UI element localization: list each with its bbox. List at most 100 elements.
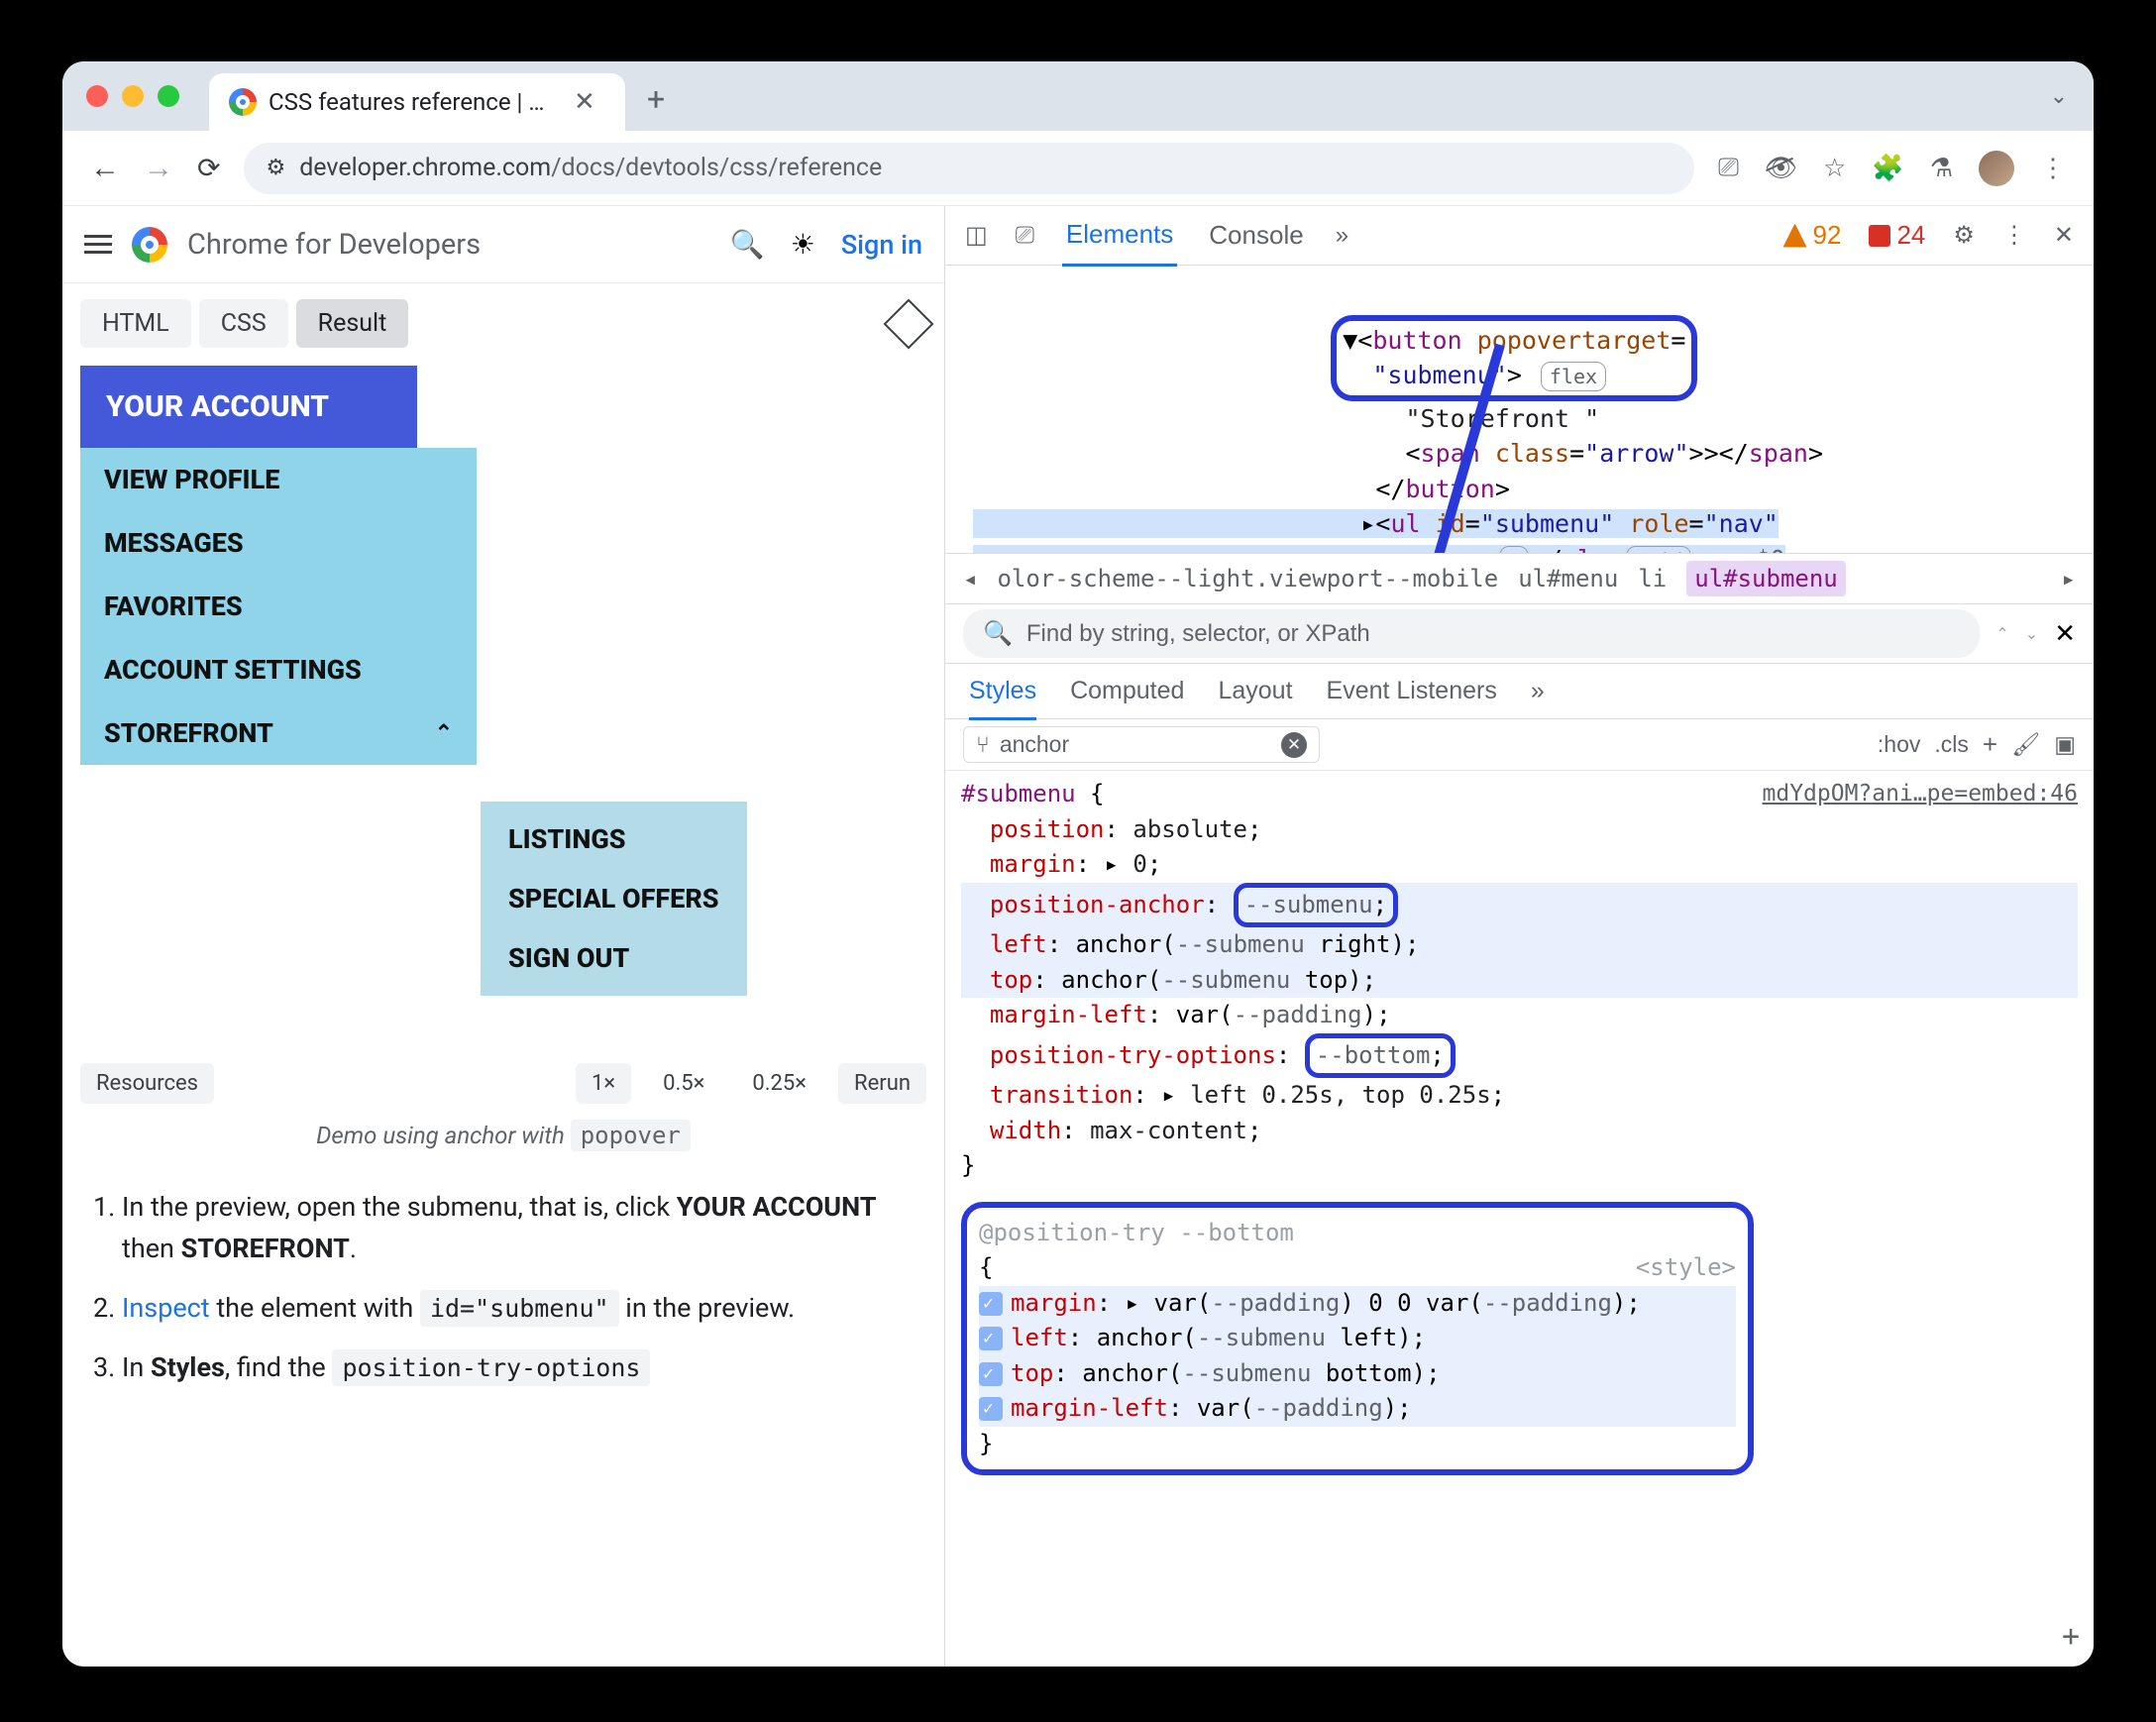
site-header: Chrome for Developers 🔍 ☀ Sign in <box>62 206 944 283</box>
popover-item-offers[interactable]: SPECIAL OFFERS <box>481 869 747 928</box>
tab-strip: CSS features reference | Chr ✕ + ⌄ <box>62 61 2094 131</box>
checkbox-icon[interactable] <box>979 1362 1003 1386</box>
settings-icon[interactable]: ⚙ <box>1953 221 1975 250</box>
tab-list-icon[interactable]: ⌄ <box>2050 84 2068 109</box>
caption-text: Demo using anchor with <box>316 1122 571 1149</box>
rule-selector[interactable]: #submenu <box>961 780 1076 807</box>
profile-avatar[interactable] <box>1979 151 2014 186</box>
menu-icon[interactable]: ⋮ <box>2040 154 2066 183</box>
extensions-icon[interactable]: 🧩 <box>1872 154 1903 183</box>
favicon-icon <box>229 88 257 116</box>
tab-result[interactable]: Result <box>296 299 409 348</box>
page-content: Chrome for Developers 🔍 ☀ Sign in HTML C… <box>62 206 944 1667</box>
box-model-icon[interactable]: ▣ <box>2054 731 2076 758</box>
flex-badge[interactable]: flex <box>1541 362 1606 391</box>
minimize-window-button[interactable] <box>122 85 144 107</box>
close-window-button[interactable] <box>86 85 108 107</box>
site-info-icon[interactable]: ⚙ <box>266 156 285 180</box>
new-rule-icon[interactable]: + <box>1983 729 1997 760</box>
checkbox-icon[interactable] <box>979 1397 1003 1421</box>
menu-item-storefront[interactable]: STOREFRONT ⌃ <box>80 701 477 765</box>
zoom-05x[interactable]: 0.5× <box>647 1063 720 1104</box>
url-host: developer.chrome.com <box>299 154 551 182</box>
rerun-button[interactable]: Rerun <box>838 1063 926 1104</box>
checkbox-icon[interactable] <box>979 1292 1003 1316</box>
browser-tab[interactable]: CSS features reference | Chr ✕ <box>209 73 625 131</box>
close-tab-icon[interactable]: ✕ <box>574 87 595 117</box>
checkbox-icon[interactable] <box>979 1327 1003 1350</box>
breadcrumb-item-selected[interactable]: ul#submenu <box>1686 561 1846 596</box>
breadcrumb-item[interactable]: li <box>1638 565 1667 592</box>
tab-html[interactable]: HTML <box>80 299 191 348</box>
find-placeholder: Find by string, selector, or XPath <box>1026 620 1370 648</box>
clear-filter-icon[interactable]: ✕ <box>1281 732 1307 758</box>
kebab-icon[interactable]: ⋮ <box>2002 221 2026 250</box>
find-prev-icon[interactable]: ⌃ <box>1995 624 2008 644</box>
filter-input[interactable]: ⑂ anchor ✕ <box>963 726 1320 763</box>
breadcrumb-item[interactable]: olor-scheme--light.viewport--mobile <box>997 565 1498 592</box>
demo-footer: Resources 1× 0.5× 0.25× Rerun <box>62 1057 944 1110</box>
cls-button[interactable]: .cls <box>1934 731 1969 758</box>
find-next-icon[interactable]: ⌄ <box>2025 624 2038 644</box>
resources-button[interactable]: Resources <box>80 1063 214 1104</box>
ellipsis-badge[interactable]: ⋯ <box>1499 546 1529 554</box>
tab-console[interactable]: Console <box>1205 206 1307 265</box>
sign-in-link[interactable]: Sign in <box>841 229 922 261</box>
inspect-link[interactable]: Inspect <box>122 1292 210 1324</box>
add-rule-icon[interactable]: + <box>2062 1615 2080 1659</box>
reload-button[interactable]: ⟳ <box>197 152 220 184</box>
popover-item-listings[interactable]: LISTINGS <box>481 809 747 869</box>
find-input[interactable]: 🔍 Find by string, selector, or XPath <box>963 609 1980 658</box>
demo-caption: Demo using anchor with popover <box>62 1110 944 1161</box>
tab-css[interactable]: CSS <box>199 299 288 348</box>
forward-button[interactable]: → <box>144 151 173 185</box>
zoom-025x[interactable]: 0.25× <box>736 1063 822 1104</box>
more-tabs-icon[interactable]: » <box>1336 222 1348 250</box>
tab-listeners[interactable]: Event Listeners <box>1327 677 1497 705</box>
menu-item-messages[interactable]: MESSAGES <box>80 511 477 575</box>
dom-breadcrumb[interactable]: ◂ olor-scheme--light.viewport--mobile ul… <box>945 553 2094 604</box>
more-tabs-icon[interactable]: » <box>1531 677 1545 705</box>
back-button[interactable]: ← <box>90 151 120 185</box>
theme-icon[interactable]: ☀ <box>791 228 815 261</box>
tab-layout[interactable]: Layout <box>1218 677 1292 705</box>
labs-icon[interactable]: ⚗ <box>1930 154 1953 183</box>
menu-item-favorites[interactable]: FAVORITES <box>80 575 477 638</box>
search-icon[interactable]: 🔍 <box>730 228 765 261</box>
errors-badge[interactable]: 24 <box>1869 220 1925 251</box>
menu-item-profile[interactable]: VIEW PROFILE <box>80 448 477 511</box>
bookmark-icon[interactable]: ☆ <box>1823 154 1846 183</box>
codepen-icon[interactable] <box>884 298 934 349</box>
device-icon[interactable]: ⎚ <box>1016 222 1034 250</box>
tab-styles[interactable]: Styles <box>969 677 1036 720</box>
inspect-icon[interactable]: ◫ <box>965 221 988 250</box>
cast-icon[interactable]: ⎚ <box>1718 153 1739 183</box>
brush-icon[interactable]: 🖌 <box>2011 731 2040 758</box>
grid-badge[interactable]: grid <box>1626 546 1691 554</box>
warnings-badge[interactable]: 92 <box>1783 220 1842 251</box>
hamburger-icon[interactable] <box>84 235 112 254</box>
dom-tree[interactable]: ▼<button popovertarget= "submenu"> flex … <box>945 266 2094 553</box>
styles-pane[interactable]: mdYdpOM?ani…pe=embed:46 #submenu { posit… <box>945 771 2094 1667</box>
breadcrumb-next-icon[interactable]: ▸ <box>2062 565 2076 592</box>
breadcrumb-prev-icon[interactable]: ◂ <box>963 565 977 592</box>
find-close-icon[interactable]: ✕ <box>2054 618 2076 649</box>
menu-item-settings[interactable]: ACCOUNT SETTINGS <box>80 638 477 701</box>
account-header-button[interactable]: YOUR ACCOUNT <box>80 366 417 448</box>
new-tab-button[interactable]: + <box>647 80 665 118</box>
zoom-1x[interactable]: 1× <box>576 1063 631 1104</box>
breadcrumb-item[interactable]: ul#menu <box>1518 565 1618 592</box>
hov-button[interactable]: :hov <box>1878 731 1920 758</box>
address-bar[interactable]: ⚙ developer.chrome.com/docs/devtools/css… <box>244 143 1694 194</box>
demo-preview: YOUR ACCOUNT VIEW PROFILE MESSAGES FAVOR… <box>62 348 944 1057</box>
maximize-window-button[interactable] <box>158 85 179 107</box>
style-source[interactable]: <style> <box>1636 1250 1736 1286</box>
eye-off-icon[interactable]: 👁 <box>1765 154 1797 183</box>
close-devtools-icon[interactable]: ✕ <box>2054 221 2074 250</box>
site-brand: Chrome for Developers <box>187 228 481 262</box>
styles-filter-bar: ⑂ anchor ✕ :hov .cls + 🖌 ▣ <box>945 719 2094 771</box>
tab-computed[interactable]: Computed <box>1070 677 1184 705</box>
popover-item-signout[interactable]: SIGN OUT <box>481 928 747 988</box>
rule-source-link[interactable]: mdYdpOM?ani…pe=embed:46 <box>1763 777 2079 810</box>
tab-elements[interactable]: Elements <box>1062 206 1177 267</box>
